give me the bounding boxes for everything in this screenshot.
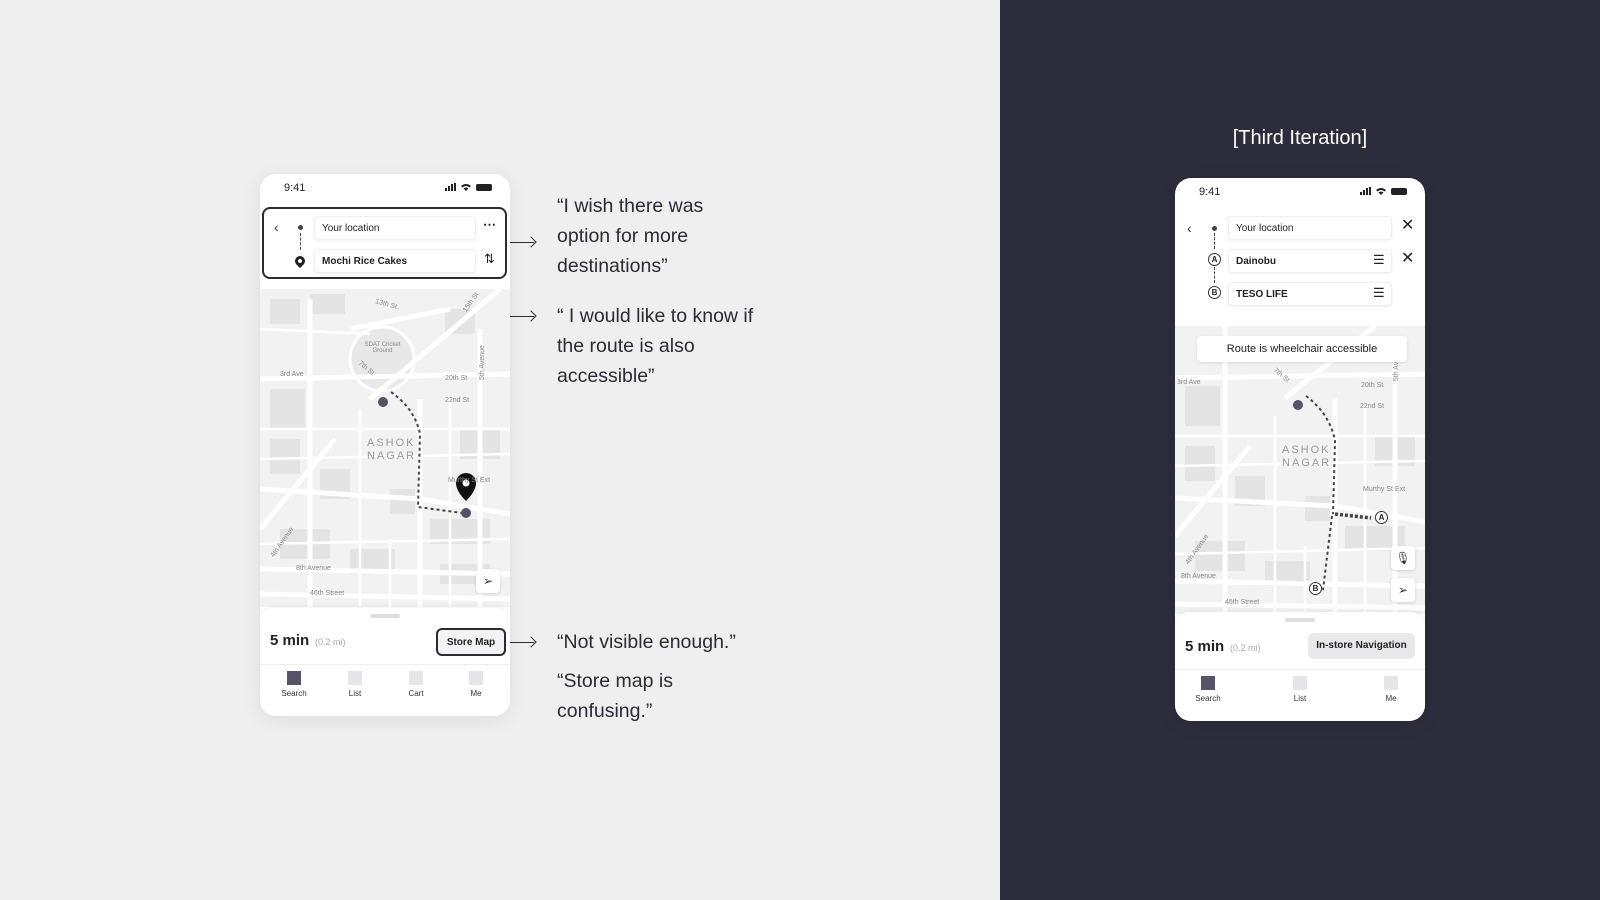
list-tab-icon	[348, 671, 362, 685]
map-label: SDAT Cricket Ground	[364, 342, 401, 354]
wifi-icon	[1376, 188, 1386, 195]
quote-arrow-3	[510, 642, 534, 643]
quote-store-map-confusing: “Store map is confusing.”	[557, 670, 673, 722]
route-sheet: 5 min (0.2 mi) In-store Navigation Searc…	[1175, 612, 1425, 721]
status-time: 9:41	[1199, 186, 1221, 198]
route-sheet: 5 min (0.2 mi) Store Map Search List Car…	[260, 608, 510, 716]
route-search-box: ‹ Your location ✕ A Dainobu ☰ ✕ B TESO L…	[1175, 212, 1425, 322]
bottom-nav: Search List Me	[1175, 669, 1425, 721]
status-bar: 9:41	[260, 174, 510, 200]
route-connector	[300, 233, 301, 250]
drag-handle-icon[interactable]: ☰	[1373, 285, 1385, 301]
nav-item-me[interactable]: Me	[456, 671, 496, 698]
quote-arrow-2	[510, 316, 534, 317]
iteration-title: [Third Iteration]	[1232, 127, 1368, 149]
origin-marker	[1293, 400, 1303, 410]
map-label: 22nd St	[1360, 403, 1385, 410]
map-label: Murthy St Ext	[448, 477, 491, 484]
list-tab-icon	[1293, 676, 1307, 690]
map-label: 22nd St	[445, 397, 470, 404]
area-label: ASHOK NAGAR	[367, 437, 417, 462]
map-label: 46th Street	[310, 590, 345, 597]
battery-icon	[476, 184, 492, 191]
bottom-nav: Search List Cart Me	[260, 664, 510, 716]
origin-dot-icon	[1212, 226, 1217, 231]
phone-mockup-previous: 9:41 ‹ Your location ⋯ Mochi Rice Cakes …	[260, 174, 510, 716]
destination-marker	[461, 508, 471, 518]
route-connector	[1214, 233, 1215, 249]
nav-item-cart[interactable]: Cart	[396, 671, 436, 698]
store-map-button[interactable]: Store Map	[436, 628, 506, 656]
map-view[interactable]: 3rd Ave 7th St 20th St 5th Ave 22nd St A…	[1175, 326, 1425, 614]
status-bar: 9:41	[1175, 178, 1425, 204]
origin-marker	[378, 397, 388, 407]
nav-item-search[interactable]: Search	[274, 671, 314, 698]
navigation-arrow-icon[interactable]: ➢	[1391, 578, 1415, 602]
route-search-box: ‹ Your location ⋯ Mochi Rice Cakes ⇅	[262, 207, 507, 279]
microphone-icon[interactable]: 🎙	[1391, 546, 1415, 570]
map-label: 8th Avenue	[1181, 573, 1216, 580]
cart-tab-icon	[409, 671, 423, 685]
distance-text: (0.2 mi)	[1230, 643, 1261, 653]
signal-icon	[445, 183, 456, 191]
wifi-icon	[461, 184, 471, 191]
me-tab-icon	[469, 671, 483, 685]
sheet-handle[interactable]	[370, 614, 400, 618]
route-connector	[1214, 267, 1215, 283]
in-store-navigation-button[interactable]: In-store Navigation	[1308, 633, 1415, 659]
me-tab-icon	[1384, 676, 1398, 690]
route-marker-a[interactable]: A	[1375, 511, 1388, 524]
accessibility-toast: Route is wheelchair accessible	[1197, 336, 1407, 362]
drag-handle-icon[interactable]: ☰	[1373, 252, 1385, 268]
eta-text: 5 min	[270, 632, 310, 649]
eta-text: 5 min	[1185, 638, 1225, 655]
phone-mockup-third-iteration: 9:41 ‹ Your location ✕ A Dainobu ☰ ✕ B T…	[1175, 178, 1425, 721]
status-icons	[1360, 187, 1407, 195]
search-tab-icon	[287, 671, 301, 685]
distance-text: (0.2 mi)	[315, 637, 346, 647]
map-label: 3rd Ave	[1177, 379, 1201, 386]
battery-icon	[1391, 188, 1407, 195]
chevron-left-icon[interactable]: ‹	[274, 219, 279, 235]
nav-item-search[interactable]: Search	[1188, 676, 1228, 703]
search-tab-icon	[1201, 676, 1215, 690]
quote-arrow-1	[510, 242, 534, 243]
map-streets	[1175, 326, 1425, 614]
map-view[interactable]: 13th St 15th St SDAT Cricket Ground 3rd …	[260, 289, 510, 607]
signal-icon	[1360, 187, 1371, 195]
map-label: 8th Avenue	[296, 565, 331, 572]
map-label: 20th St	[1361, 382, 1384, 389]
navigation-arrow-icon[interactable]: ➢	[476, 569, 500, 593]
stop-a-badge: A	[1208, 253, 1221, 266]
map-label: 3rd Ave	[280, 371, 304, 378]
chevron-left-icon[interactable]: ‹	[1187, 220, 1192, 236]
route-marker-b[interactable]: B	[1309, 582, 1322, 595]
map-label: Murthy St Ext	[1363, 486, 1406, 493]
sheet-handle[interactable]	[1285, 618, 1315, 622]
nav-item-list[interactable]: List	[1280, 676, 1320, 703]
stop-b-badge: B	[1208, 286, 1221, 299]
origin-input[interactable]: Your location	[1228, 216, 1392, 240]
close-icon[interactable]: ✕	[1401, 248, 1414, 268]
quote-not-visible: “Not visible enough.”	[557, 631, 736, 653]
map-label: 46th Street	[1225, 599, 1260, 606]
map-label: 20th St	[445, 375, 468, 382]
nav-item-me[interactable]: Me	[1371, 676, 1411, 703]
area-label: ASHOK NAGAR	[1282, 444, 1332, 469]
origin-input[interactable]: Your location	[314, 216, 476, 240]
nav-item-list[interactable]: List	[335, 671, 375, 698]
quote-accessible-route: “ I would like to know if the route is a…	[557, 305, 754, 387]
origin-dot-icon	[298, 225, 303, 230]
swap-vertical-icon[interactable]: ⇅	[484, 251, 495, 267]
more-horizontal-icon[interactable]: ⋯	[483, 217, 496, 233]
map-label: 5th Avenue	[478, 345, 486, 380]
destination-input[interactable]: Mochi Rice Cakes	[314, 249, 476, 273]
status-icons	[445, 183, 492, 191]
quote-more-destinations: “I wish there was option for more destin…	[557, 195, 704, 277]
stop-a-input[interactable]: Dainobu	[1228, 249, 1392, 273]
stop-b-input[interactable]: TESO LIFE	[1228, 282, 1392, 306]
close-icon[interactable]: ✕	[1401, 215, 1414, 235]
destination-pin-icon	[292, 253, 308, 269]
status-time: 9:41	[284, 182, 306, 194]
